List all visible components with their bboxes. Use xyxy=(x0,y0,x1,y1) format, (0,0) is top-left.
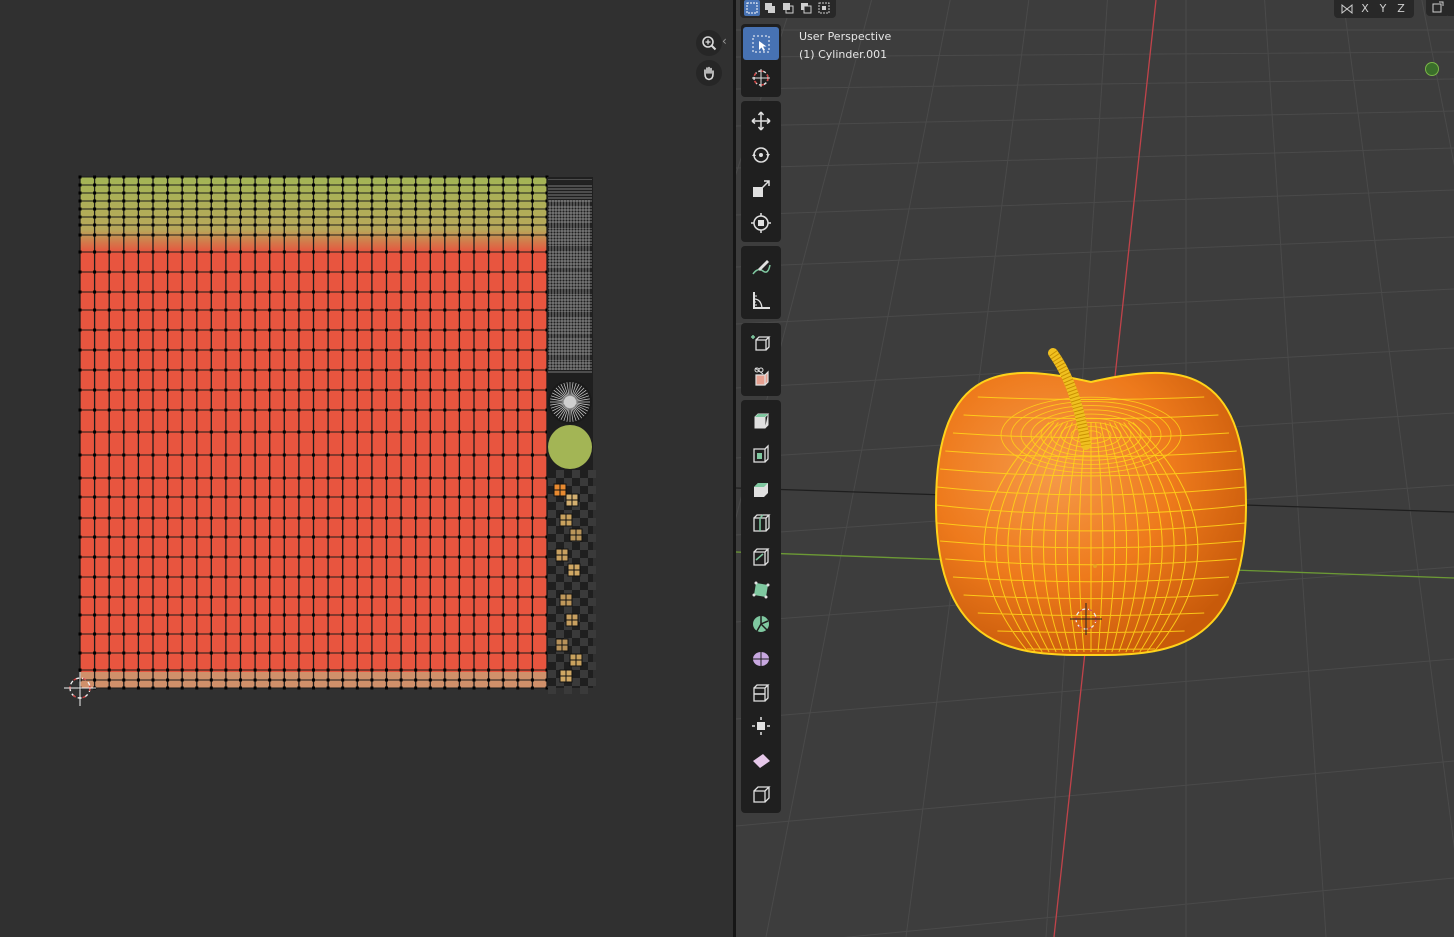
loop-cut-icon[interactable] xyxy=(743,505,779,538)
shear-icon[interactable] xyxy=(743,743,779,776)
chevron-left-icon[interactable]: ‹ xyxy=(722,34,732,48)
measure-icon[interactable] xyxy=(743,283,779,316)
annotate-icon[interactable] xyxy=(743,249,779,282)
extrude-icon[interactable] xyxy=(743,403,779,436)
view-name: User Perspective xyxy=(799,30,892,43)
smooth-icon[interactable] xyxy=(743,641,779,674)
scale-icon[interactable] xyxy=(743,172,779,205)
poly-build-icon[interactable] xyxy=(743,573,779,606)
butterfly-icon[interactable] xyxy=(1338,3,1356,15)
object-name: (1) Cylinder.001 xyxy=(799,48,888,61)
select-box-icon[interactable] xyxy=(743,27,779,60)
tool-group-mesh xyxy=(741,400,781,813)
zoom-icon[interactable] xyxy=(696,30,722,56)
move-icon[interactable] xyxy=(743,104,779,137)
knife-icon[interactable] xyxy=(743,539,779,572)
tool-group-add xyxy=(741,323,781,396)
overlay-options-button[interactable] xyxy=(1426,0,1450,16)
uv-editor-panel[interactable]: ‹ xyxy=(0,0,733,937)
axis-z-toggle[interactable]: Z xyxy=(1392,0,1410,18)
rip-region-icon[interactable] xyxy=(743,777,779,810)
spin-icon[interactable] xyxy=(743,607,779,640)
viewport-info: User Perspective (1) Cylinder.001 xyxy=(799,28,891,64)
add-object-icon[interactable] xyxy=(743,360,779,393)
tool-group-annotate xyxy=(741,246,781,319)
tool-group-transform xyxy=(741,101,781,242)
uv-map-canvas[interactable] xyxy=(0,0,733,937)
bevel-icon[interactable] xyxy=(743,471,779,504)
hand-pan-icon[interactable] xyxy=(696,60,722,86)
edge-slide-icon[interactable] xyxy=(743,675,779,708)
inset-icon[interactable] xyxy=(743,437,779,470)
3d-viewport[interactable]: X Y Z User Perspective (1) Cylinder.001 xyxy=(736,0,1454,937)
set-selection-icon[interactable] xyxy=(744,0,760,16)
gizmo-status-icon[interactable] xyxy=(1425,62,1439,76)
selection-mode-bar xyxy=(740,0,836,18)
intersect-selection-icon[interactable] xyxy=(816,0,832,16)
cursor-icon[interactable] xyxy=(743,61,779,94)
object-origin xyxy=(1093,564,1097,568)
subtract-selection-icon[interactable] xyxy=(780,0,796,16)
rotate-icon[interactable] xyxy=(743,138,779,171)
shrink-fatten-icon[interactable] xyxy=(743,709,779,742)
tool-group-select xyxy=(741,24,781,97)
axis-y-toggle[interactable]: Y xyxy=(1374,0,1392,18)
transform-icon[interactable] xyxy=(743,206,779,239)
mirror-axis-bar: X Y Z xyxy=(1334,0,1414,18)
header-edge xyxy=(1448,0,1454,16)
difference-selection-icon[interactable] xyxy=(798,0,814,16)
uv-bottom-cap xyxy=(548,425,592,469)
viewport-scene[interactable] xyxy=(736,0,1454,937)
axis-x-toggle[interactable]: X xyxy=(1356,0,1374,18)
tool-shelf xyxy=(741,24,781,817)
extend-selection-icon[interactable] xyxy=(762,0,778,16)
add-cube-icon[interactable] xyxy=(743,326,779,359)
